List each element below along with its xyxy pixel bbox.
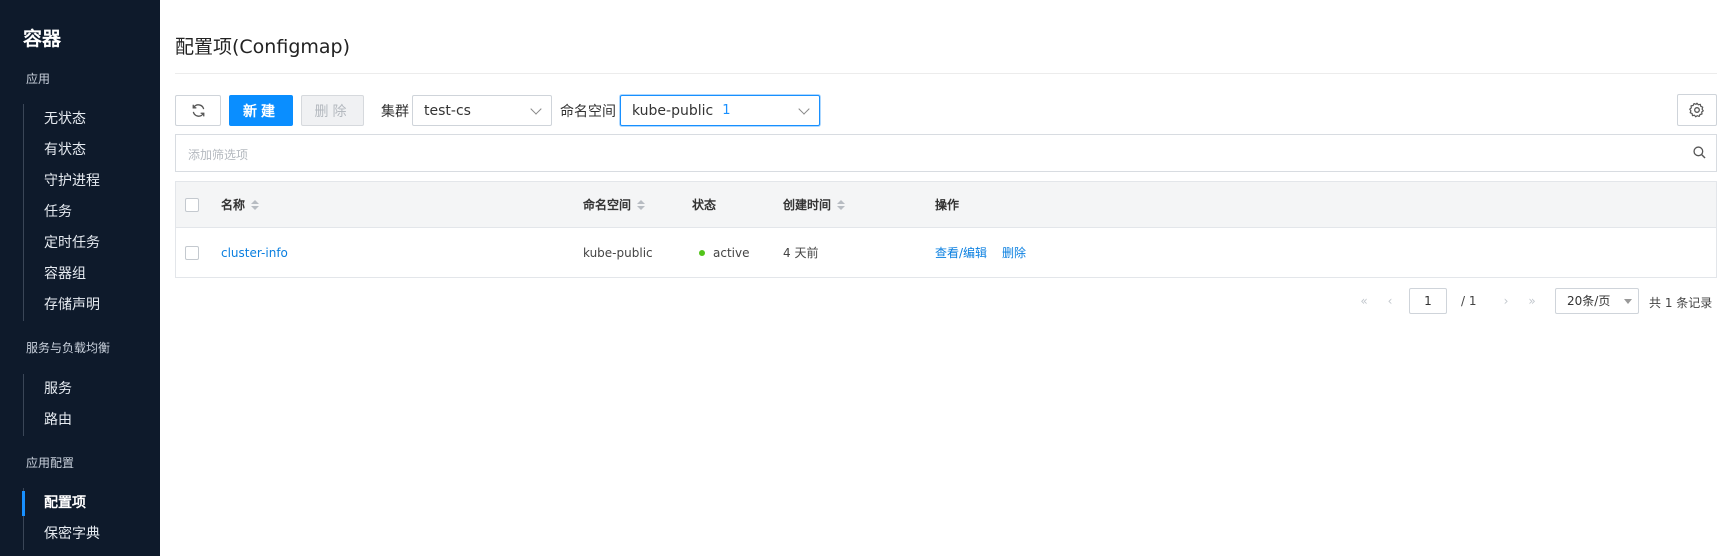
select-all-cell [185, 182, 199, 227]
sidebar-item-ingress[interactable]: 路由 [24, 405, 72, 436]
namespace-label: 命名空间 [560, 104, 616, 120]
sidebar-list-apps: 无状态 有状态 守护进程 任务 定时任务 容器组 存储声明 [23, 104, 100, 321]
refresh-button[interactable] [175, 95, 221, 126]
cluster-label: 集群 [381, 104, 409, 120]
sort-icon[interactable] [637, 199, 646, 210]
main-content: 配置项(Configmap) 新建 删除 集群 test-cs 命名空间 kub… [160, 0, 1728, 556]
sidebar-item-cronjobs[interactable]: 定时任务 [24, 228, 100, 259]
chevron-down-icon [530, 103, 542, 115]
namespace-count: 1 [722, 103, 731, 118]
table-row: cluster-info kube-public active 4 天前 查看/… [176, 228, 1716, 277]
sidebar: 容器 应用 无状态 有状态 守护进程 任务 定时任务 容器组 存储声明 服务与负… [0, 0, 160, 556]
namespace-select[interactable]: kube-public 1 [620, 95, 820, 126]
sidebar-item-configmaps[interactable]: 配置项 [22, 488, 100, 519]
gear-icon [1689, 102, 1704, 118]
total-pages: / 1 [1461, 294, 1477, 308]
total-records: 共 1 条记录 [1649, 296, 1713, 310]
last-page-icon[interactable]: » [1523, 289, 1541, 313]
sidebar-list-services: 服务 路由 [23, 374, 72, 436]
sidebar-item-jobs[interactable]: 任务 [24, 197, 100, 228]
select-all-checkbox[interactable] [185, 197, 199, 212]
cluster-select-value: test-cs [424, 102, 471, 119]
refresh-icon [192, 104, 204, 117]
page-size-select[interactable]: 20条/页 [1555, 288, 1639, 314]
column-header-created[interactable]: 创建时间 [783, 182, 846, 227]
new-button[interactable]: 新建 [229, 95, 293, 126]
namespace-select-value: kube-public [632, 102, 714, 119]
column-name-label: 名称 [221, 198, 246, 212]
status-dot-icon [699, 249, 705, 256]
column-actions-label: 操作 [935, 198, 960, 212]
prev-page-icon[interactable]: ‹ [1381, 289, 1399, 313]
sidebar-title: 容器 [23, 28, 62, 50]
page-number-input[interactable]: 1 [1409, 288, 1447, 314]
row-select-cell [185, 228, 199, 277]
first-page-icon[interactable]: « [1355, 289, 1373, 313]
cluster-select[interactable]: test-cs [412, 95, 552, 126]
column-header-status: 状态 [692, 182, 716, 227]
delete-button[interactable]: 删除 [301, 95, 364, 126]
caret-down-icon [1624, 299, 1632, 304]
app-root: 容器 应用 无状态 有状态 守护进程 任务 定时任务 容器组 存储声明 服务与负… [0, 0, 1728, 556]
column-status-label: 状态 [692, 198, 717, 212]
sidebar-group-config: 应用配置 [26, 456, 75, 470]
view-edit-link[interactable]: 查看/编辑 [935, 244, 987, 261]
next-page-icon[interactable]: › [1497, 289, 1515, 313]
sidebar-item-pvcs[interactable]: 存储声明 [24, 290, 100, 321]
row-name-cell: cluster-info [221, 228, 288, 277]
page-size-value: 20条/页 [1567, 294, 1611, 308]
sidebar-item-secrets[interactable]: 保密字典 [24, 519, 100, 550]
sidebar-item-deployments[interactable]: 无状态 [24, 104, 100, 135]
chevron-down-icon [798, 103, 810, 115]
search-icon[interactable] [1692, 145, 1707, 160]
sidebar-item-statefulsets[interactable]: 有状态 [24, 135, 100, 166]
row-status-cell: active [699, 228, 749, 277]
delete-link[interactable]: 删除 [1002, 244, 1026, 261]
title-divider [175, 73, 1717, 74]
settings-button[interactable] [1677, 94, 1717, 126]
sidebar-item-services[interactable]: 服务 [24, 374, 72, 405]
filter-bar[interactable]: 添加筛选项 [175, 134, 1717, 172]
column-header-actions: 操作 [935, 182, 959, 227]
sidebar-item-pods[interactable]: 容器组 [24, 259, 100, 290]
table-header: 名称 命名空间 状态 创建时间 操作 [176, 182, 1716, 228]
column-header-name[interactable]: 名称 [221, 182, 260, 227]
configmap-table: 名称 命名空间 状态 创建时间 操作 cluster-info kube-pub… [175, 181, 1717, 278]
column-header-namespace[interactable]: 命名空间 [583, 182, 646, 227]
column-namespace-label: 命名空间 [583, 198, 632, 212]
sort-icon[interactable] [251, 199, 260, 210]
row-namespace-cell: kube-public [583, 245, 653, 260]
configmap-name-link[interactable]: cluster-info [221, 246, 288, 260]
sidebar-group-services: 服务与负载均衡 [26, 341, 111, 355]
column-created-label: 创建时间 [783, 198, 832, 212]
row-actions-cell: 查看/编辑 删除 [935, 228, 1026, 277]
status-text: active [713, 245, 750, 260]
sidebar-item-daemonsets[interactable]: 守护进程 [24, 166, 100, 197]
sidebar-group-apps: 应用 [26, 72, 51, 86]
filter-placeholder: 添加筛选项 [188, 148, 249, 162]
page-title: 配置项(Configmap) [175, 36, 350, 58]
row-checkbox[interactable] [185, 245, 199, 260]
sidebar-list-config: 配置项 保密字典 [22, 488, 100, 550]
row-created-cell: 4 天前 [783, 246, 819, 260]
sort-icon[interactable] [837, 199, 846, 210]
